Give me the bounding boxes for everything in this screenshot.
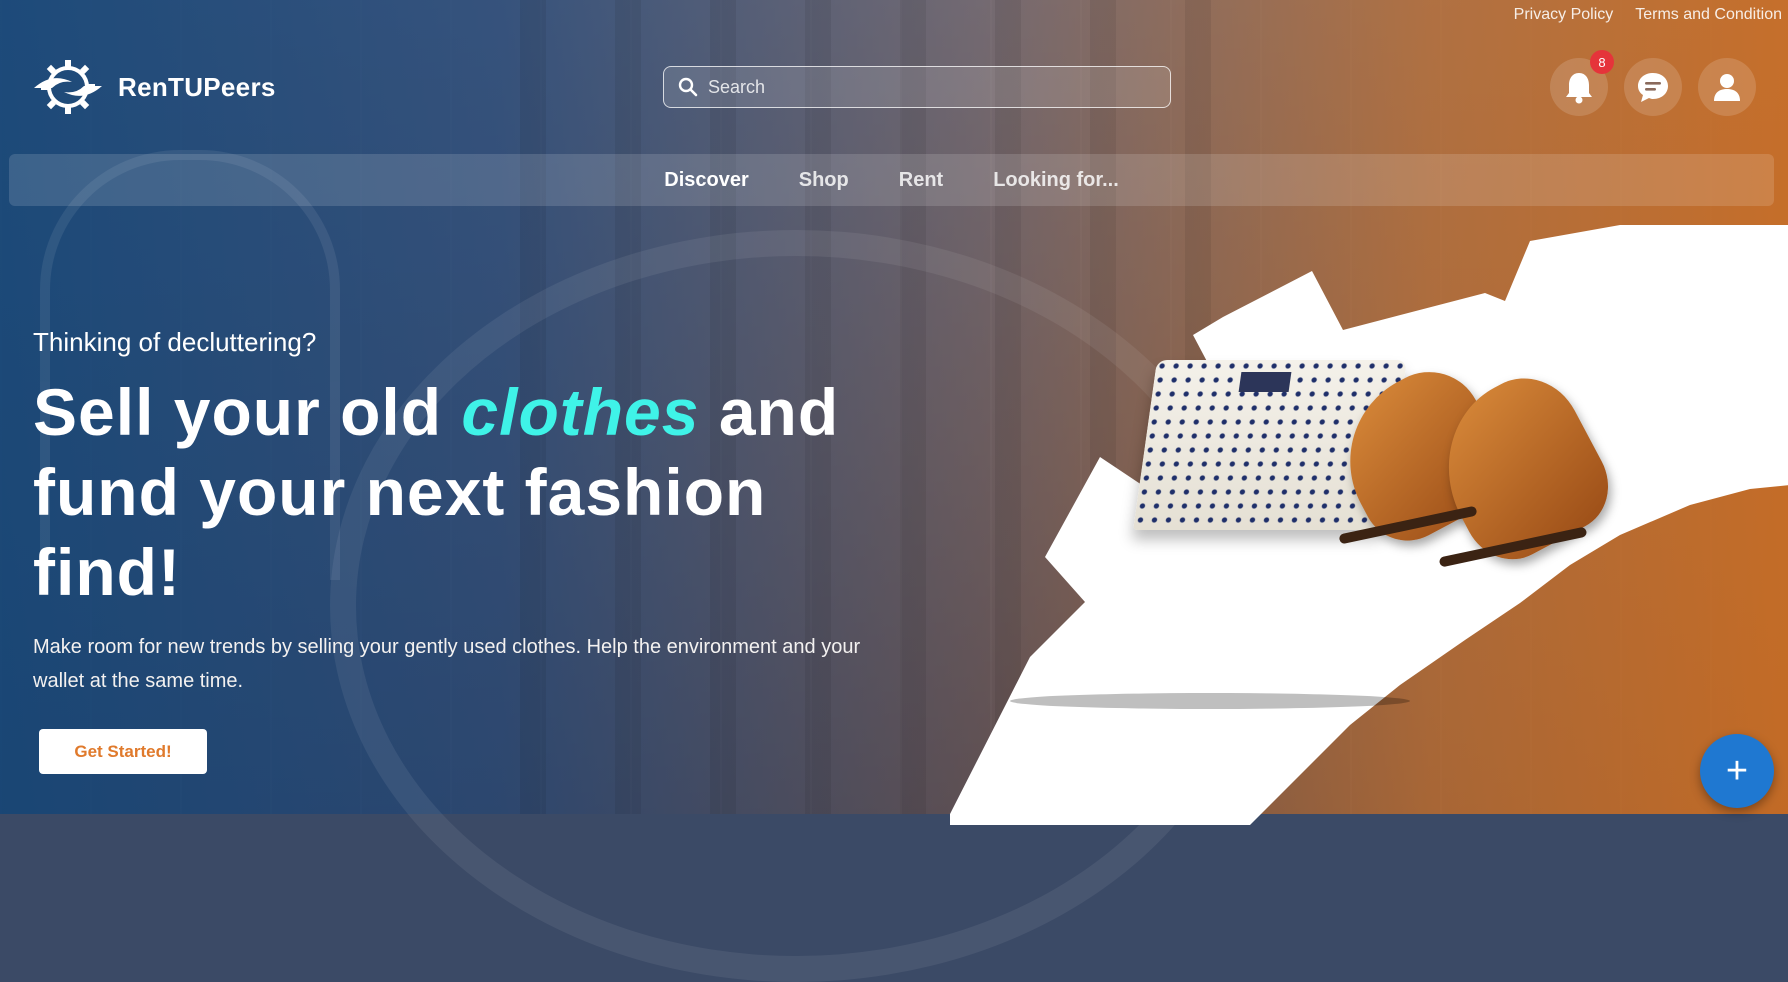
hero-title: Sell your old clothes and fund your next… — [33, 372, 913, 612]
search-input[interactable] — [706, 75, 1150, 99]
user-icon — [1714, 74, 1740, 101]
chat-icon — [1638, 73, 1668, 102]
shirt-tag — [1238, 372, 1292, 392]
main-nav: Discover Shop Rent Looking for... — [9, 154, 1774, 206]
nav-rent[interactable]: Rent — [899, 169, 943, 192]
profile-button[interactable] — [1698, 58, 1756, 116]
hero-subtitle: Thinking of decluttering? — [33, 327, 317, 357]
nav-discover[interactable]: Discover — [664, 169, 749, 192]
gear-swirl-icon — [34, 60, 102, 114]
top-links: Privacy Policy Terms and Condition — [1514, 6, 1782, 24]
search-bar[interactable] — [663, 66, 1171, 108]
brand-logo[interactable]: RenTUPeers — [32, 58, 276, 116]
add-listing-fab[interactable]: + — [1700, 734, 1774, 808]
plus-icon: + — [1725, 749, 1749, 792]
notification-count-badge: 8 — [1590, 50, 1614, 74]
bell-icon — [1566, 73, 1592, 104]
get-started-button[interactable]: Get Started! — [39, 729, 207, 774]
search-icon — [678, 77, 698, 97]
brand-name: RenTUPeers — [118, 71, 276, 102]
notifications-button[interactable]: 8 — [1550, 50, 1614, 116]
messages-button[interactable] — [1624, 58, 1682, 116]
hero-description: Make room for new trends by selling your… — [33, 636, 861, 692]
nav-looking-for[interactable]: Looking for... — [993, 169, 1119, 192]
nav-shop[interactable]: Shop — [799, 169, 849, 192]
privacy-policy-link[interactable]: Privacy Policy — [1514, 6, 1614, 24]
terms-link[interactable]: Terms and Condition — [1635, 6, 1782, 24]
hero-title-part1: Sell your old — [33, 375, 462, 449]
hero-title-accent: clothes — [461, 375, 700, 449]
